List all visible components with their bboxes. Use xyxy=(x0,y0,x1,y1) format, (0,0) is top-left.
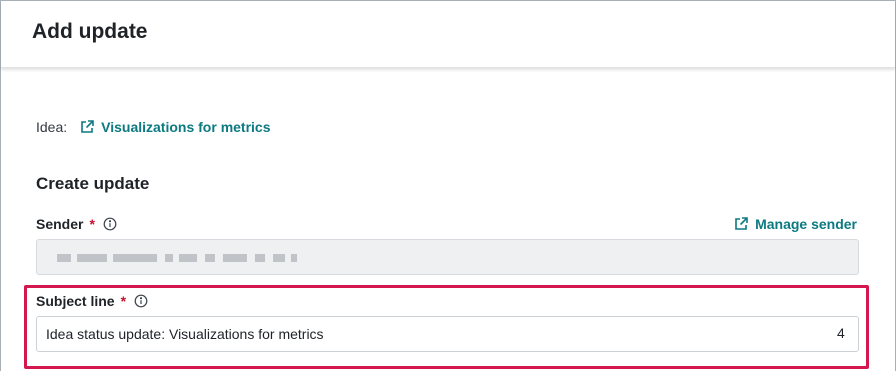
redacted-text xyxy=(205,254,215,262)
sender-label-row: Sender * xyxy=(36,215,117,233)
subject-label-row: Subject line * xyxy=(36,292,148,310)
redacted-text xyxy=(179,254,197,262)
manage-sender-label: Manage sender xyxy=(755,216,857,232)
redacted-text xyxy=(77,254,107,262)
subject-label: Subject line xyxy=(36,293,115,309)
sender-field[interactable] xyxy=(36,239,859,275)
external-link-icon xyxy=(733,216,749,232)
redacted-text xyxy=(291,254,297,262)
manage-sender-link[interactable]: Manage sender xyxy=(733,215,857,233)
redacted-text xyxy=(165,254,173,262)
info-icon[interactable] xyxy=(103,217,117,231)
redacted-text xyxy=(273,254,285,262)
modal-header: Add update xyxy=(1,1,895,68)
external-link-icon[interactable] xyxy=(79,119,95,135)
modal-frame: Add update Idea: Visualizations for metr… xyxy=(0,0,896,371)
idea-row: Idea: Visualizations for metrics xyxy=(36,117,271,137)
required-marker: * xyxy=(120,293,127,309)
redacted-text xyxy=(113,254,157,262)
required-marker: * xyxy=(89,216,95,232)
subject-input[interactable] xyxy=(36,316,859,352)
info-icon[interactable] xyxy=(134,294,148,308)
sender-label: Sender xyxy=(36,216,84,232)
idea-label: Idea: xyxy=(36,119,68,135)
section-title: Create update xyxy=(36,174,150,193)
idea-link[interactable]: Visualizations for metrics xyxy=(101,119,270,135)
redacted-text xyxy=(223,254,247,262)
redacted-text xyxy=(57,254,71,262)
modal-title: Add update xyxy=(32,20,148,43)
redacted-text xyxy=(255,254,265,262)
character-count: 4 xyxy=(837,325,845,341)
